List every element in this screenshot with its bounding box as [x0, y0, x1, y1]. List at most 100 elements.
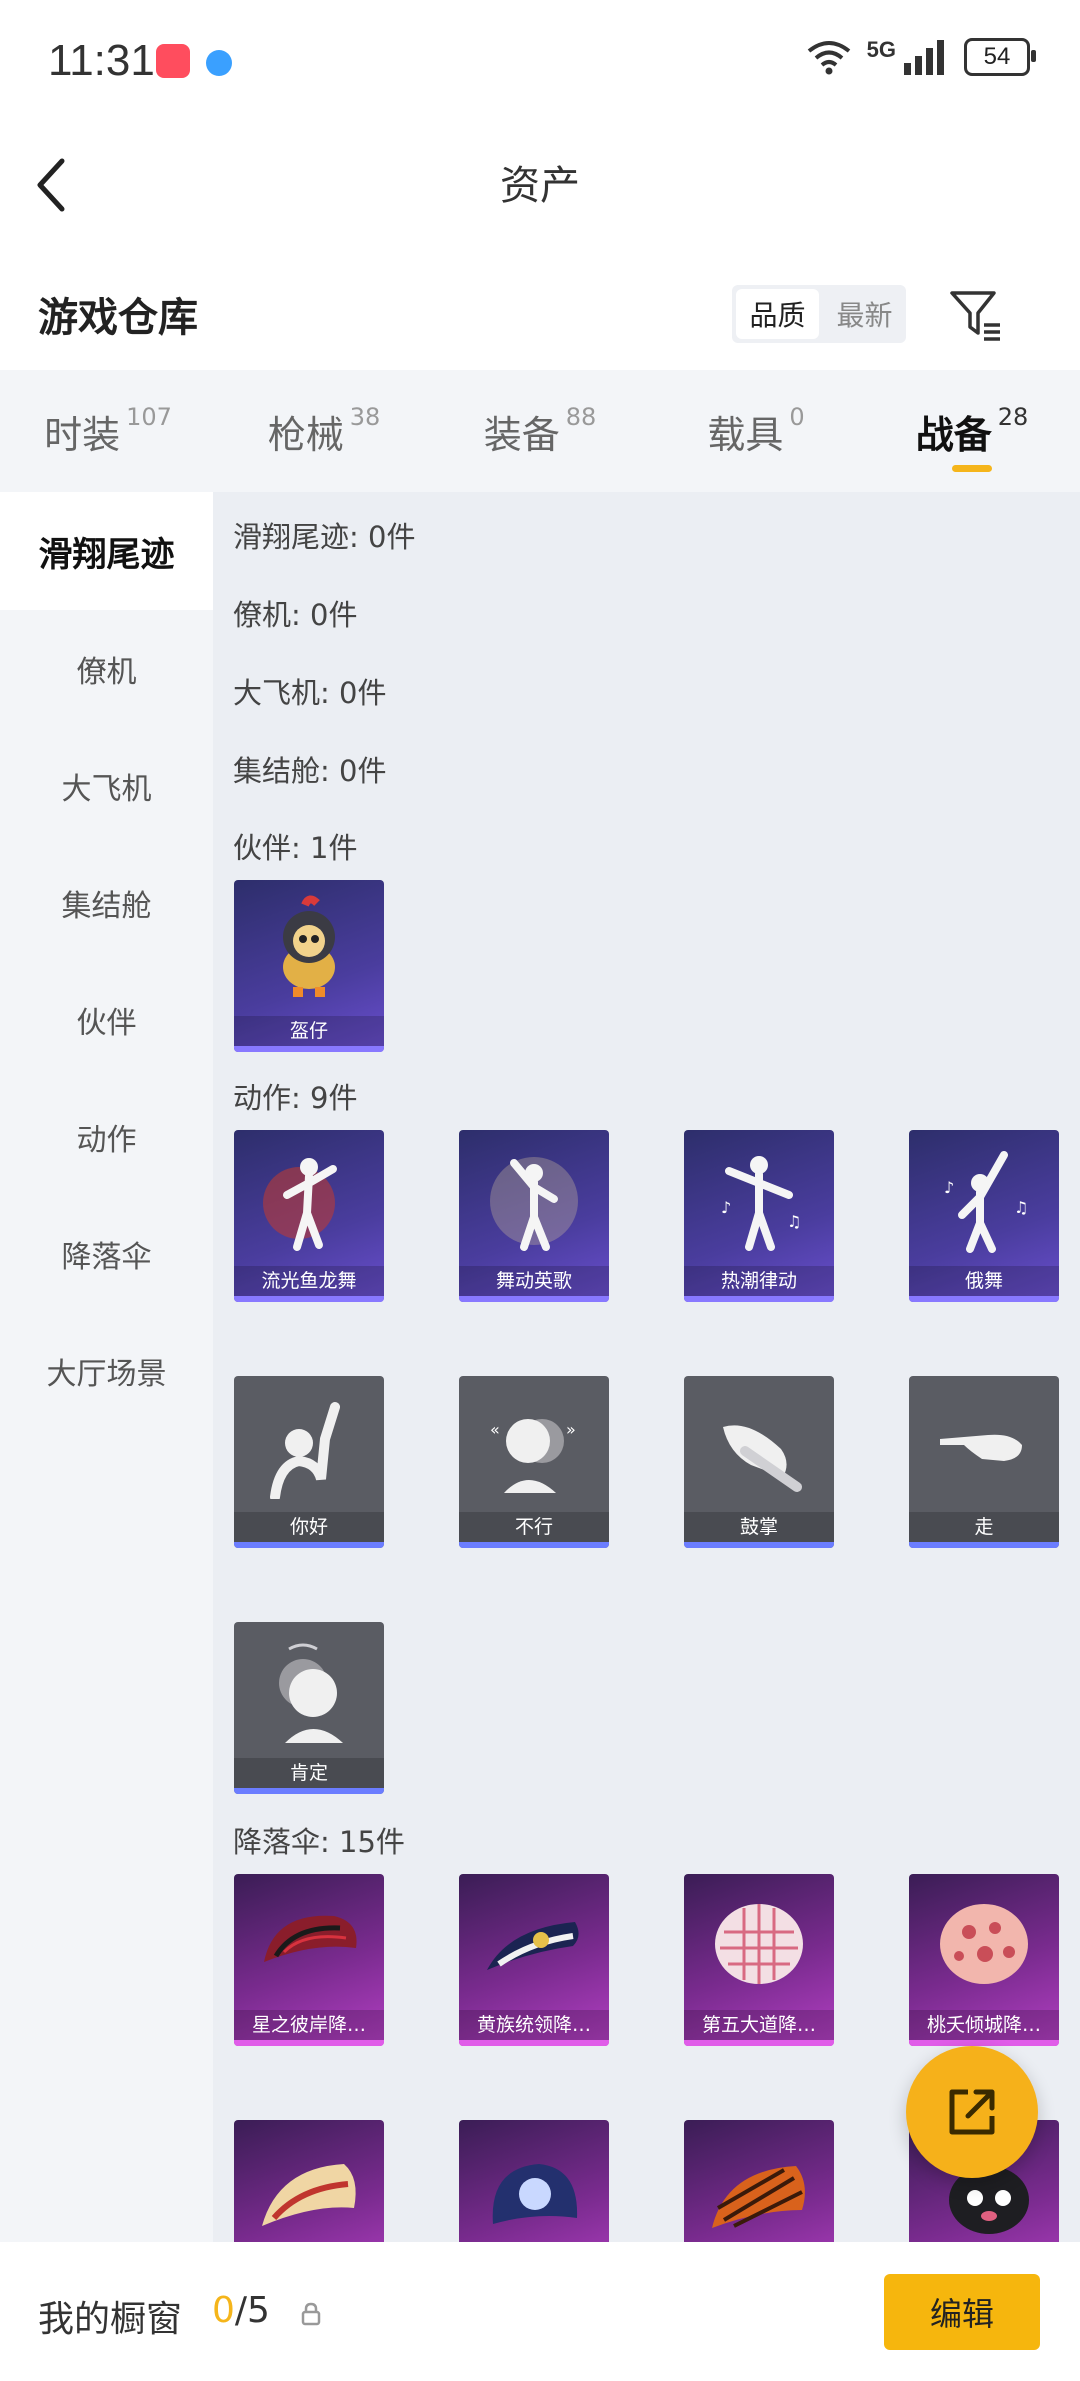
tab-vehicles[interactable]: 载具 0: [648, 370, 864, 492]
parachute-icon: [459, 2120, 609, 2242]
rarity-bar: [909, 1542, 1059, 1548]
item-name: 星之彼岸降…: [234, 2010, 384, 2040]
tab-count: 38: [349, 403, 381, 431]
rarity-bar: [234, 1296, 384, 1302]
item-card[interactable]: «» 不行: [459, 1376, 609, 1548]
svg-text:«: «: [490, 1420, 500, 1439]
item-card[interactable]: 星之彼岸降…: [234, 1874, 384, 2046]
sidebar-item-glide-trail[interactable]: 滑翔尾迹: [0, 492, 213, 610]
filter-button[interactable]: [948, 287, 1004, 343]
item-card[interactable]: ♪ ♫ 热潮律动: [684, 1130, 834, 1302]
item-card[interactable]: 盔仔: [234, 880, 384, 1052]
dancer-icon: ♪ ♫: [909, 1130, 1059, 1266]
item-name: 流光鱼龙舞: [234, 1266, 384, 1296]
tab-battle-prep[interactable]: 战备 28: [864, 370, 1080, 492]
item-name: 盔仔: [234, 1016, 384, 1046]
item-card[interactable]: ♪ ♫ 俄舞: [909, 1130, 1059, 1302]
svg-text:»: »: [566, 1420, 576, 1439]
status-right: 5G 54: [807, 37, 1036, 76]
share-button[interactable]: [906, 2046, 1038, 2178]
section-header-big-plane: 大飞机: 0件: [233, 676, 387, 710]
item-card[interactable]: 第五大道降…: [684, 1874, 834, 2046]
parachute-icon: [684, 1874, 834, 2010]
parachute-icon: [684, 2120, 834, 2242]
item-name: 第五大道降…: [684, 2010, 834, 2040]
sidebar-item-lobby-scene[interactable]: 大厅场景: [0, 1312, 213, 1429]
share-export-icon: [949, 2089, 995, 2135]
item-card[interactable]: [234, 2120, 384, 2242]
sort-newest-option[interactable]: 最新: [823, 285, 906, 343]
item-card[interactable]: 流光鱼龙舞: [234, 1130, 384, 1302]
sidebar-item-parachute[interactable]: 降落伞: [0, 1195, 213, 1312]
rarity-bar: [234, 1542, 384, 1548]
nav-bar: 资产: [0, 125, 1080, 245]
sidebar-item-partner[interactable]: 伙伴: [0, 961, 213, 1078]
tab-equipment[interactable]: 装备 88: [432, 370, 648, 492]
item-card[interactable]: 走: [909, 1376, 1059, 1548]
sidebar-item-assembly-pod[interactable]: 集结舱: [0, 844, 213, 961]
rarity-bar: [909, 1296, 1059, 1302]
edit-button[interactable]: 编辑: [884, 2274, 1040, 2350]
item-card[interactable]: 黄族统领降…: [459, 1874, 609, 2046]
rarity-bar: [459, 2040, 609, 2046]
svg-text:♪: ♪: [721, 1198, 731, 1217]
item-name: 舞动英歌: [459, 1266, 609, 1296]
svg-text:♫: ♫: [1014, 1198, 1028, 1217]
tab-label: 战备: [915, 412, 992, 457]
sidebar: 滑翔尾迹 僚机 大飞机 集结舱 伙伴 动作 降落伞 大厅场景: [0, 492, 213, 2242]
item-name: 黄族统领降…: [459, 2010, 609, 2040]
item-card[interactable]: 鼓掌: [684, 1376, 834, 1548]
section-header-emote: 动作: 9件: [233, 1081, 358, 1115]
item-card[interactable]: 肯定: [234, 1622, 384, 1794]
parachute-icon: [234, 1874, 384, 2010]
dancer-icon: [459, 1130, 609, 1266]
showcase-bar: 我的橱窗 0/5 编辑: [0, 2242, 1080, 2381]
tab-count: 0: [789, 403, 805, 431]
network-type-label: 5G: [866, 37, 896, 62]
tab-guns[interactable]: 枪械 38: [216, 370, 432, 492]
browser-app-icon: [206, 50, 232, 76]
item-card[interactable]: 桃夭倾城降…: [909, 1874, 1059, 2046]
rarity-bar: [684, 2040, 834, 2046]
item-name: 你好: [234, 1512, 384, 1542]
sidebar-item-emote[interactable]: 动作: [0, 1078, 213, 1195]
showcase-label: 我的橱窗: [38, 2299, 183, 2340]
item-name: 走: [909, 1512, 1059, 1542]
svg-text:♫: ♫: [787, 1212, 801, 1231]
rarity-bar: [459, 1296, 609, 1302]
item-card[interactable]: 舞动英歌: [459, 1130, 609, 1302]
showcase-used-count: 0: [212, 2290, 235, 2331]
item-name: 肯定: [234, 1758, 384, 1788]
rarity-bar: [684, 1296, 834, 1302]
shopping-app-icon: [156, 44, 190, 78]
warehouse-header: 游戏仓库 品质 最新: [0, 245, 1080, 370]
tab-count: 88: [565, 403, 597, 431]
head-shake-icon: «»: [459, 1376, 609, 1512]
tab-costume[interactable]: 时装 107: [0, 370, 216, 492]
parachute-icon: [459, 1874, 609, 2010]
item-card[interactable]: [684, 2120, 834, 2242]
waving-hand-icon: [234, 1376, 384, 1512]
signal-icon: [904, 40, 944, 75]
rarity-bar: [459, 1542, 609, 1548]
showcase-count: 0/5: [212, 2290, 270, 2331]
tab-label: 枪械: [267, 412, 344, 457]
active-tab-indicator: [952, 465, 992, 472]
sidebar-item-wingman[interactable]: 僚机: [0, 610, 213, 727]
tab-label: 装备: [483, 412, 560, 457]
lock-icon: [301, 2302, 321, 2326]
parachute-icon: [909, 1874, 1059, 2010]
item-grid-content: 滑翔尾迹: 0件 僚机: 0件 大飞机: 0件 集结舱: 0件 伙伴: 1件 盔…: [213, 492, 1080, 2242]
section-header-glide: 滑翔尾迹: 0件: [233, 520, 416, 554]
wifi-icon: [807, 41, 850, 75]
battery-indicator: 54: [964, 38, 1036, 76]
section-header-partner: 伙伴: 1件: [233, 831, 358, 865]
sort-quality-option[interactable]: 品质: [736, 289, 819, 339]
tab-count: 28: [997, 403, 1029, 431]
item-card[interactable]: 你好: [234, 1376, 384, 1548]
rarity-bar: [234, 2040, 384, 2046]
sidebar-item-big-plane[interactable]: 大飞机: [0, 727, 213, 844]
item-name: 俄舞: [909, 1266, 1059, 1296]
clapping-hands-icon: [684, 1376, 834, 1512]
item-card[interactable]: [459, 2120, 609, 2242]
